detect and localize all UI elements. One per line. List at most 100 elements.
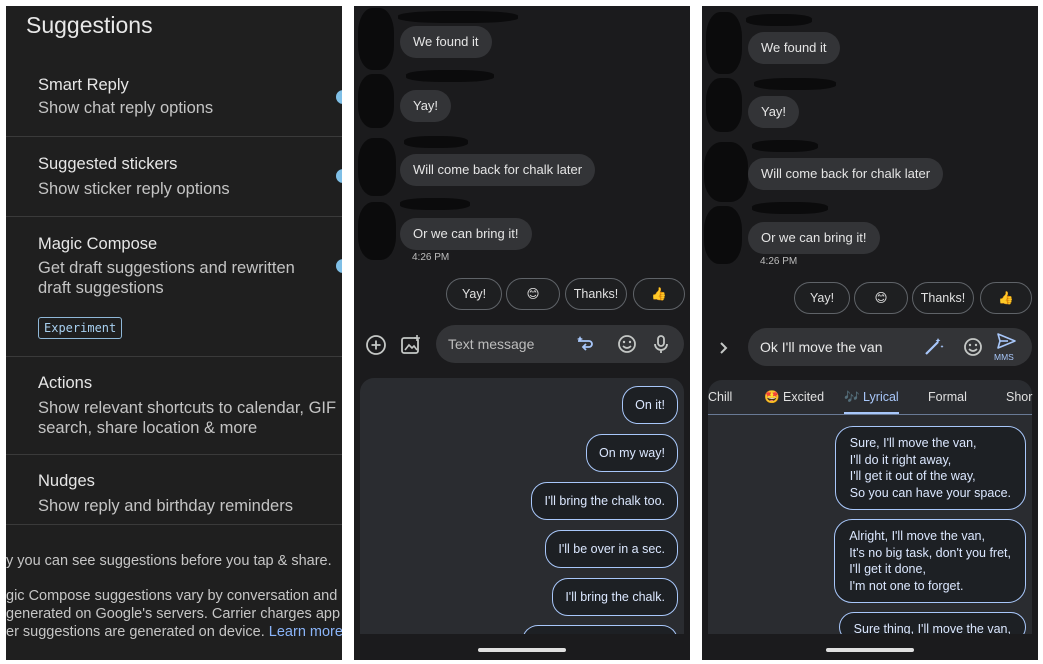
redacted-name	[400, 198, 470, 210]
suggestion-card[interactable]: Alright, I'll move the van, It's no big …	[834, 519, 1026, 603]
message-input[interactable]: Ok I'll move the van	[760, 328, 883, 366]
redacted-avatar	[358, 74, 394, 128]
tab-chill[interactable]: Chill	[708, 382, 732, 412]
quick-reply-chip[interactable]: Yay!	[446, 278, 502, 310]
microphone-icon[interactable]	[650, 333, 672, 355]
learn-more-link[interactable]: Learn more	[269, 624, 342, 640]
footer-text-line: er suggestions are generated on device.	[6, 624, 265, 640]
footer-text: y you can see suggestions before you tap…	[6, 553, 332, 569]
message-bubble: Or we can bring it!	[748, 222, 880, 254]
redacted-name	[752, 140, 818, 152]
message-bubble: We found it	[748, 32, 840, 64]
bottom-bar	[360, 634, 684, 660]
suggestion-chip[interactable]: On it!	[622, 386, 678, 424]
suggestion-line: So you can have your space.	[849, 485, 1011, 500]
suggestion-line: It's no big task, don't you fret,	[849, 545, 1011, 560]
message-bubble: Yay!	[748, 96, 800, 128]
page-title: Suggestions	[26, 12, 153, 38]
suggestion-line: I'm not one to forget.	[849, 578, 964, 593]
redacted-name	[406, 70, 494, 82]
message-bubble: Will come back for chalk later	[400, 154, 596, 186]
setting-description: Show chat reply options	[38, 99, 214, 117]
gesture-bar[interactable]	[478, 648, 566, 652]
suggestion-line: I'll do it right away,	[849, 452, 952, 467]
setting-title: Magic Compose	[38, 235, 158, 253]
footer-text: generated on Google's servers. Carrier c…	[6, 606, 341, 622]
tab-short[interactable]: Shor	[1006, 382, 1032, 412]
experiment-badge: Experiment	[38, 317, 123, 339]
redacted-name	[404, 136, 468, 148]
gallery-icon[interactable]	[399, 333, 423, 357]
chat-panel-smart-reply: We found it Yay! Will come back for chal…	[354, 6, 690, 660]
style-tabs: Chill 🤩 Excited 🎶 Lyrical Formal Shor	[702, 390, 1038, 424]
tab-lyrical[interactable]: 🎶 Lyrical	[844, 382, 899, 414]
suggestion-line: Alright, I'll move the van,	[849, 529, 985, 543]
quick-reply-chip[interactable]: 😊	[506, 278, 560, 310]
magic-wand-icon[interactable]	[922, 336, 944, 358]
redacted-name	[752, 202, 828, 214]
send-type-label: MMS	[994, 352, 1014, 362]
settings-panel: Suggestions Smart Reply Show chat reply …	[6, 6, 342, 660]
setting-description: Show sticker reply options	[38, 180, 230, 198]
setting-title: Actions	[38, 374, 93, 392]
redacted-avatar	[704, 206, 742, 264]
emoji-icon[interactable]	[962, 336, 984, 358]
quick-reply-chip[interactable]: Thanks!	[565, 278, 627, 310]
setting-title: Suggested stickers	[38, 155, 178, 173]
quick-reply-chip[interactable]: Thanks!	[912, 282, 974, 314]
gesture-bar[interactable]	[826, 648, 914, 652]
setting-title: Smart Reply	[38, 76, 129, 94]
quick-reply-chip[interactable]: Yay!	[794, 282, 850, 314]
message-bubble: Or we can bring it!	[400, 218, 532, 250]
magic-compose-toggle[interactable]	[336, 259, 342, 273]
redacted-avatar	[706, 78, 742, 132]
tab-divider	[708, 414, 1032, 415]
redacted-avatar	[358, 138, 396, 196]
setting-magic-compose[interactable]: Magic Compose Get draft suggestions and …	[6, 217, 342, 357]
bottom-bar	[708, 634, 1032, 660]
suggestion-line: I'll get it out of the way,	[849, 469, 976, 483]
suggestion-chip[interactable]: I'll be over in a sec.	[545, 530, 678, 568]
setting-description: Show relevant shortcuts to calendar, GIF…	[38, 399, 337, 437]
suggestion-line: I'll get it done,	[849, 562, 926, 576]
message-timestamp: 4:26 PM	[760, 256, 798, 267]
setting-description: Get draft suggestions and rewritten draf…	[38, 259, 295, 297]
footer-text: gic Compose suggestions vary by conversa…	[6, 588, 338, 604]
setting-smart-reply[interactable]: Smart Reply Show chat reply options	[6, 56, 342, 137]
chevron-right-icon[interactable]	[716, 338, 732, 358]
footer-text: er suggestions are generated on device. …	[6, 624, 342, 640]
redacted-avatar	[358, 202, 396, 260]
rewrite-icon[interactable]	[574, 333, 596, 355]
emoji-icon[interactable]	[616, 333, 638, 355]
quick-reply-chip[interactable]: 👍	[980, 282, 1032, 314]
chat-panel-magic-compose: We found it Yay! Will come back for chal…	[702, 6, 1038, 660]
redacted-avatar	[358, 8, 394, 70]
redacted-name	[746, 14, 812, 26]
quick-reply-chip[interactable]: 😊	[854, 282, 908, 314]
suggestion-chip[interactable]: I'll bring the chalk.	[552, 578, 678, 616]
setting-actions[interactable]: Actions Show relevant shortcuts to calen…	[6, 357, 342, 455]
suggestion-chip[interactable]: I'll bring the chalk too.	[531, 482, 678, 520]
message-timestamp: 4:26 PM	[412, 252, 450, 263]
message-bubble: Yay!	[400, 90, 452, 122]
send-icon[interactable]	[994, 331, 1018, 351]
setting-title: Nudges	[38, 472, 95, 490]
redacted-avatar	[704, 142, 748, 202]
redacted-avatar	[706, 12, 742, 74]
add-icon[interactable]	[365, 334, 387, 356]
message-input[interactable]: Text message	[448, 325, 534, 363]
suggestion-card[interactable]: Sure, I'll move the van, I'll do it righ…	[834, 426, 1026, 510]
tab-excited[interactable]: 🤩 Excited	[764, 382, 824, 412]
message-composer[interactable]: Text message	[436, 325, 684, 363]
redacted-name	[398, 11, 518, 23]
setting-suggested-stickers[interactable]: Suggested stickers Show sticker reply op…	[6, 137, 342, 217]
setting-nudges[interactable]: Nudges Show reply and birthday reminders	[6, 455, 342, 525]
suggestion-line: Sure, I'll move the van,	[849, 436, 977, 450]
message-bubble: Will come back for chalk later	[748, 158, 944, 190]
message-bubble: We found it	[400, 26, 492, 58]
quick-reply-chip[interactable]: 👍	[633, 278, 685, 310]
setting-description: Show reply and birthday reminders	[38, 497, 293, 515]
tab-formal[interactable]: Formal	[928, 382, 967, 412]
message-composer[interactable]: Ok I'll move the van MMS	[748, 328, 1032, 366]
suggestion-chip[interactable]: On my way!	[586, 434, 678, 472]
